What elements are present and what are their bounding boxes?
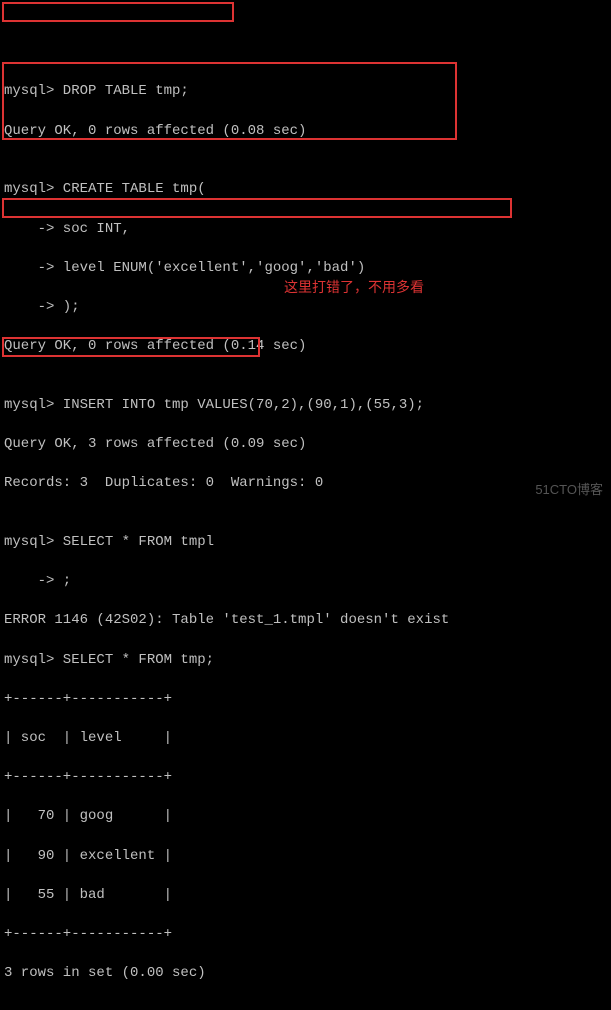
terminal-line: +------+-----------+ (4, 690, 607, 710)
terminal-line: 3 rows in set (0.00 sec) (4, 964, 607, 984)
terminal-line: mysql> INSERT INTO tmp VALUES(70,2),(90,… (4, 396, 607, 416)
terminal-line: Records: 3 Duplicates: 0 Warnings: 0 (4, 474, 607, 494)
terminal-line: -> ; (4, 572, 607, 592)
terminal-line: ERROR 1146 (42S02): Table 'test_1.tmpl' … (4, 611, 607, 631)
terminal-line: mysql> SELECT * FROM tmpl (4, 533, 607, 553)
terminal-line: mysql> DROP TABLE tmp; (4, 82, 607, 102)
terminal-line: Query OK, 0 rows affected (0.08 sec) (4, 122, 607, 142)
terminal-line: Query OK, 3 rows affected (0.09 sec) (4, 435, 607, 455)
terminal-line: | 70 | goog | (4, 807, 607, 827)
terminal-line: -> ); (4, 298, 607, 318)
terminal-line: | soc | level | (4, 729, 607, 749)
terminal-line: +------+-----------+ (4, 768, 607, 788)
terminal-line: +------+-----------+ (4, 925, 607, 945)
highlight-box-drop-table (2, 2, 234, 22)
terminal-line: -> soc INT, (4, 220, 607, 240)
terminal-line: mysql> SELECT * FROM tmp; (4, 651, 607, 671)
terminal-line: Query OK, 0 rows affected (0.14 sec) (4, 337, 607, 357)
terminal-line: | 55 | bad | (4, 886, 607, 906)
highlight-box-insert (2, 198, 512, 218)
terminal-line: | 90 | excellent | (4, 847, 607, 867)
terminal-line: mysql> CREATE TABLE tmp( (4, 180, 607, 200)
annotation-text: 这里打错了，不用多看 (284, 278, 424, 298)
terminal-line: -> level ENUM('excellent','goog','bad') (4, 259, 607, 279)
